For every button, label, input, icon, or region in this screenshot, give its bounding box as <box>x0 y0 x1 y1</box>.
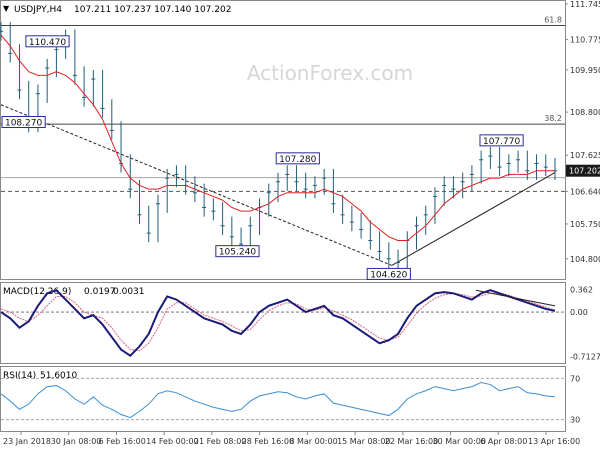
rsi-label: RSI(14) <box>3 371 36 381</box>
rsi-tick-label: 70 <box>570 374 580 383</box>
current-price-label: 107.202 <box>569 167 600 176</box>
fib-label-1: 38.2 <box>544 114 562 123</box>
ohlc-readout: 107.211 107.237 107.140 107.202 <box>74 5 231 15</box>
annotation-label-2: 107.280 <box>279 155 316 165</box>
annotation-label-1: 108.270 <box>5 119 42 129</box>
x-tick-label: 14 Feb 00:00 <box>146 437 198 446</box>
price-tick-label: 109.950 <box>570 66 600 75</box>
annotation-label-5: 107.770 <box>483 137 520 147</box>
price-tick-label: 108.800 <box>570 108 600 117</box>
annotation-label-4: 104.620 <box>370 270 407 280</box>
macd-divergence-line <box>475 289 556 307</box>
symbol-label: USDJPY,H4 <box>14 5 62 15</box>
forex-chart: ▼ USDJPY,H4 107.211 107.237 107.140 107.… <box>0 0 600 446</box>
x-tick-label: 30 Mar 00:00 <box>433 437 486 446</box>
price-tick-label: 104.800 <box>570 255 600 264</box>
macd-value-b: 0.0031 <box>113 287 145 297</box>
price-tick-label: 105.750 <box>570 220 600 229</box>
macd-tick-label: 0.362 <box>570 285 593 294</box>
price-tick-label: 111.745 <box>570 0 600 9</box>
macd-value-a: 0.0197 <box>84 287 116 297</box>
x-tick-label: 22 Mar 16:00 <box>385 437 438 446</box>
rsi-value: 51.6010 <box>40 371 77 381</box>
watermark: ActionForex.com <box>247 61 413 85</box>
x-tick-label: 30 Jan 08:00 <box>51 437 102 446</box>
fib-label-0: 61.8 <box>544 15 562 24</box>
x-tick-label: 13 Apr 16:00 <box>528 437 580 446</box>
x-tick-label: 6 Apr 08:00 <box>480 437 527 446</box>
rsi-tick-label: 30 <box>570 416 580 425</box>
macd-line <box>0 289 556 358</box>
x-tick-label: 15 Mar 08:00 <box>337 437 390 446</box>
price-tick-label: 110.775 <box>570 36 600 45</box>
annotation-label-0: 110.470 <box>29 38 66 48</box>
rsi-panel-frame <box>0 366 566 432</box>
x-tick-label: 21 Feb 08:00 <box>194 437 246 446</box>
macd-tick-label: 0.00 <box>570 308 588 317</box>
macd-tick-label: -0.7127 <box>570 353 600 362</box>
x-tick-label: 8 Mar 00:00 <box>289 437 337 446</box>
x-tick-label: 28 Feb 16:00 <box>242 437 294 446</box>
rsi-line <box>0 381 556 419</box>
price-tick-label: 106.640 <box>570 187 600 196</box>
dropdown-icon[interactable]: ▼ <box>3 4 10 13</box>
x-tick-label: 6 Feb 16:00 <box>98 437 145 446</box>
annotation-label-3: 105.240 <box>219 248 256 258</box>
x-tick-label: 23 Jan 2018 <box>3 437 51 446</box>
price-tick-label: 107.625 <box>570 151 600 160</box>
